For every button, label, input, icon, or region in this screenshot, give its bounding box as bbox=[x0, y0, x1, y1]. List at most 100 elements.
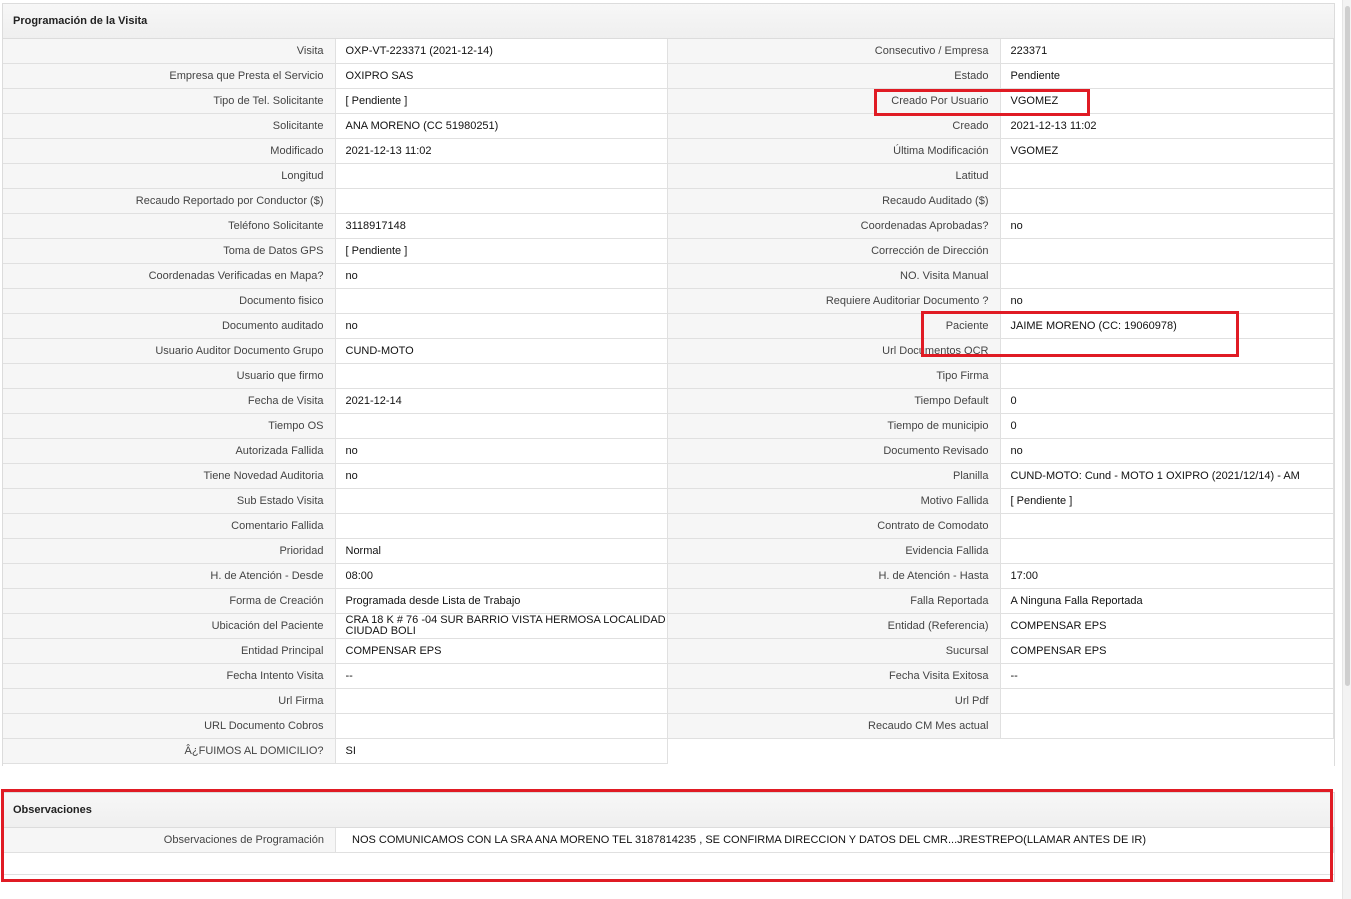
observations-panel: Observaciones Observaciones de Programac… bbox=[2, 792, 1335, 882]
field-label: Solicitante bbox=[3, 114, 336, 139]
field-label: Tiempo Default bbox=[668, 389, 1001, 414]
table-row: Teléfono Solicitante 3118917148 Coordenada… bbox=[3, 214, 1334, 239]
field-label: Requiere Auditoriar Documento ? bbox=[668, 289, 1001, 314]
field-value bbox=[1000, 364, 1334, 389]
table-row: Â¿FUIMOS AL DOMICILIO? SI bbox=[3, 739, 1334, 764]
field-label: Paciente bbox=[668, 314, 1001, 339]
field-value: -- bbox=[1000, 664, 1334, 689]
field-value: OXP-VT-223371 (2021-12-14) bbox=[335, 39, 668, 64]
table-row: Recaudo Reportado por Conductor ($) Recau… bbox=[3, 189, 1334, 214]
table-row: H. de Atención - Desde 08:00 H. de Atenció… bbox=[3, 564, 1334, 589]
table-row: Comentario Fallida Contrato de Comodato bbox=[3, 514, 1334, 539]
table-row: Observaciones de Programación NOS COMUNI… bbox=[3, 828, 1334, 853]
field-label: Modificado bbox=[3, 139, 336, 164]
field-value: VGOMEZ bbox=[1000, 89, 1334, 114]
panel-title-visit: Programación de la Visita bbox=[3, 4, 1334, 39]
field-label: Ubicación del Paciente bbox=[3, 614, 336, 639]
table-row: Forma de Creación Programada desde Lista … bbox=[3, 589, 1334, 614]
field-value: 2021-12-14 bbox=[335, 389, 668, 414]
table-row: Usuario Auditor Documento Grupo CUND-MOTO… bbox=[3, 339, 1334, 364]
field-value: no bbox=[335, 439, 668, 464]
field-value bbox=[1000, 539, 1334, 564]
field-label: Fecha Intento Visita bbox=[3, 664, 336, 689]
table-row: Ubicación del Paciente CRA 18 K # 76 -04 … bbox=[3, 614, 1334, 639]
table-row: Modificado 2021-12-13 11:02 Última Modific… bbox=[3, 139, 1334, 164]
table-row: Tiempo OS Tiempo de municipio 0 bbox=[3, 414, 1334, 439]
field-value: JAIME MORENO (CC: 19060978) bbox=[1000, 314, 1334, 339]
field-label: Url Documentos OCR bbox=[668, 339, 1001, 364]
field-label: Entidad Principal bbox=[3, 639, 336, 664]
field-label: Â¿FUIMOS AL DOMICILIO? bbox=[3, 739, 336, 764]
field-value: Pendiente bbox=[1000, 64, 1334, 89]
field-value: [ Pendiente ] bbox=[335, 89, 668, 114]
field-label: Consecutivo / Empresa bbox=[668, 39, 1001, 64]
field-value: 2021-12-13 11:02 bbox=[1000, 114, 1334, 139]
field-label: Tiempo de municipio bbox=[668, 414, 1001, 439]
table-row: Coordenadas Verificadas en Mapa? no NO. V… bbox=[3, 264, 1334, 289]
field-label: Sucursal bbox=[668, 639, 1001, 664]
field-value: no bbox=[1000, 214, 1334, 239]
field-label: Estado bbox=[668, 64, 1001, 89]
field-value: Programada desde Lista de Trabajo bbox=[335, 589, 668, 614]
field-value: no bbox=[1000, 439, 1334, 464]
observations-spacer bbox=[3, 853, 1334, 875]
field-label: Creado Por Usuario bbox=[668, 89, 1001, 114]
field-value: 0 bbox=[1000, 414, 1334, 439]
table-row: Url Firma Url Pdf bbox=[3, 689, 1334, 714]
table-row: Tipo de Tel. Solicitante[ Pendiente ] Cre… bbox=[3, 89, 1334, 114]
table-row: Fecha de Visita 2021-12-14 Tiempo Default… bbox=[3, 389, 1334, 414]
scrollbar-thumb[interactable] bbox=[1345, 6, 1350, 686]
field-label: Tipo de Tel. Solicitante bbox=[3, 89, 336, 114]
table-row: Usuario que firmo Tipo Firma bbox=[3, 364, 1334, 389]
table-row: Entidad Principal COMPENSAR EPS Sucursal CO… bbox=[3, 639, 1334, 664]
field-label: Latitud bbox=[668, 164, 1001, 189]
observations-value[interactable]: NOS COMUNICAMOS CON LA SRA ANA MORENO TE… bbox=[336, 828, 1334, 853]
field-label: Planilla bbox=[668, 464, 1001, 489]
panel-title-observations: Observaciones bbox=[3, 793, 1334, 828]
field-value: ANA MORENO (CC 51980251) bbox=[335, 114, 668, 139]
field-label: Autorizada Fallida bbox=[3, 439, 336, 464]
field-value: COMPENSAR EPS bbox=[1000, 614, 1334, 639]
field-label: H. de Atención - Desde bbox=[3, 564, 336, 589]
field-label: Coordenadas Aprobadas? bbox=[668, 214, 1001, 239]
table-row: Sub Estado Visita Motivo Fallida[ Pendien… bbox=[3, 489, 1334, 514]
field-value: no bbox=[1000, 289, 1334, 314]
visit-schedule-panel: Programación de la Visita Visita OXP-VT-2… bbox=[2, 3, 1335, 766]
field-value bbox=[1000, 339, 1334, 364]
field-label: Sub Estado Visita bbox=[3, 489, 336, 514]
field-value bbox=[335, 689, 668, 714]
field-label: Coordenadas Verificadas en Mapa? bbox=[3, 264, 336, 289]
field-value: CUND-MOTO: Cund - MOTO 1 OXIPRO (2021/12… bbox=[1000, 464, 1334, 489]
field-value bbox=[1000, 689, 1334, 714]
field-value bbox=[1000, 514, 1334, 539]
field-label: Recaudo CM Mes actual bbox=[668, 714, 1001, 739]
field-label: Tiene Novedad Auditoria bbox=[3, 464, 336, 489]
field-label: Fecha de Visita bbox=[3, 389, 336, 414]
table-row: Prioridad Normal Evidencia Fallida bbox=[3, 539, 1334, 564]
field-label: Tiempo OS bbox=[3, 414, 336, 439]
vertical-scrollbar[interactable] bbox=[1342, 0, 1351, 899]
field-label: Usuario que firmo bbox=[3, 364, 336, 389]
field-label: NO. Visita Manual bbox=[668, 264, 1001, 289]
field-value bbox=[335, 189, 668, 214]
field-value: 223371 bbox=[1000, 39, 1334, 64]
field-label: Toma de Datos GPS bbox=[3, 239, 336, 264]
field-label: Longitud bbox=[3, 164, 336, 189]
details-table: Visita OXP-VT-223371 (2021-12-14) Consecut… bbox=[3, 39, 1334, 764]
field-value: 0 bbox=[1000, 389, 1334, 414]
field-value: Normal bbox=[335, 539, 668, 564]
field-label: Usuario Auditor Documento Grupo bbox=[3, 339, 336, 364]
table-row: Solicitante ANA MORENO (CC 51980251) Cread… bbox=[3, 114, 1334, 139]
field-value: no bbox=[335, 314, 668, 339]
field-value: OXIPRO SAS bbox=[335, 64, 668, 89]
field-label: Prioridad bbox=[3, 539, 336, 564]
field-label: Fecha Visita Exitosa bbox=[668, 664, 1001, 689]
field-value: no bbox=[335, 264, 668, 289]
table-row: Longitud Latitud bbox=[3, 164, 1334, 189]
field-value: 17:00 bbox=[1000, 564, 1334, 589]
table-row: Autorizada Fallida no Documento Revisado … bbox=[3, 439, 1334, 464]
field-label: Teléfono Solicitante bbox=[3, 214, 336, 239]
field-label: Contrato de Comodato bbox=[668, 514, 1001, 539]
field-label: Comentario Fallida bbox=[3, 514, 336, 539]
field-label: Url Pdf bbox=[668, 689, 1001, 714]
